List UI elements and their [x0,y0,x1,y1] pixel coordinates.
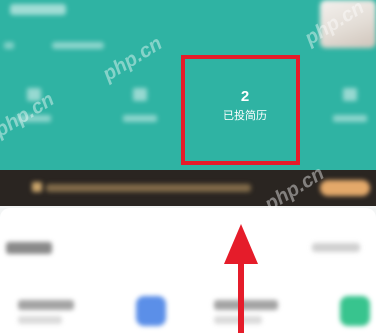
tool-tile-icon[interactable] [340,296,370,326]
profile-edit-icon[interactable] [4,42,14,49]
app-screen: 2 已投简历 php.cn php.cn php.cn php.cn php.c… [0,0,376,333]
banner-text-placeholder [46,184,251,192]
stat-item[interactable] [326,88,374,122]
stat-count [343,88,357,101]
profile-subtitle-placeholder [52,42,104,49]
tool-tile-title[interactable] [214,300,278,310]
stat-item[interactable] [116,88,164,122]
stat-count [133,88,147,101]
section-more-link[interactable] [312,243,360,252]
tool-tile-icon[interactable] [136,296,166,326]
highlight-box [181,55,300,165]
user-name-placeholder [10,4,66,15]
stat-label [333,115,367,122]
tool-tile-title[interactable] [18,300,74,310]
section-title-placeholder [6,242,52,254]
tool-tile-subtitle [214,316,262,324]
stat-label [123,115,157,122]
content-card [0,208,376,333]
vip-icon [32,182,42,192]
tool-tile-subtitle [18,316,62,324]
